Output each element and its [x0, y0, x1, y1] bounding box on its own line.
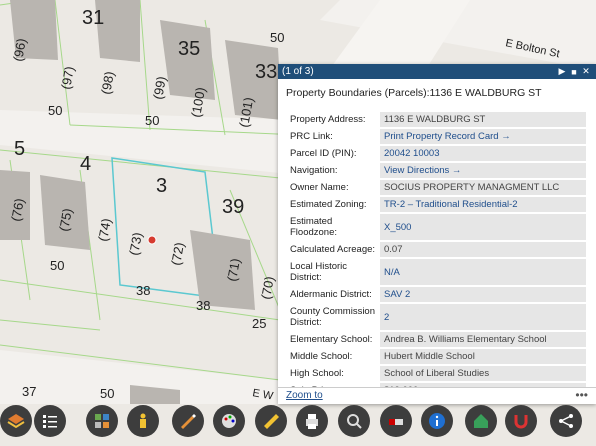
print-icon[interactable]: [296, 405, 328, 437]
popup-title: Property Boundaries (Parcels):1136 E WAL…: [286, 87, 542, 99]
attribute-label: County Commission District:: [290, 306, 375, 328]
attribute-row: Elementary School: Andrea B. Williams Ele…: [286, 332, 586, 347]
attribute-row: Estimated Floodzone: X_500: [286, 214, 586, 240]
attribute-value: School of Liberal Studies: [380, 366, 586, 381]
house-number-73: (73): [126, 231, 145, 256]
info-icon[interactable]: [421, 405, 453, 437]
attribute-label: Elementary School:: [290, 334, 373, 345]
parcel-number-39: 39: [222, 196, 244, 218]
attribute-row: Parcel ID (PIN): 20042 10003: [286, 146, 586, 161]
parcel-number-50b: 50: [145, 113, 159, 128]
popup-counter: (1 of 3): [282, 66, 314, 77]
parcel-number-25: 25: [252, 316, 266, 331]
attribute-value: Hubert Middle School: [380, 349, 586, 364]
house-number-96: (96): [10, 37, 29, 62]
dock-icon[interactable]: ■: [568, 67, 580, 77]
attribute-label: Navigation:: [290, 165, 338, 176]
attribute-row: County Commission District: 2: [286, 304, 586, 330]
attribute-value: Andrea B. Williams Elementary School: [380, 332, 586, 347]
attribute-value: 1136 E WALDBURG ST: [380, 112, 586, 127]
eraser-icon[interactable]: [380, 405, 412, 437]
house-number-99: (99): [150, 75, 169, 100]
house-number-98: (98): [98, 70, 117, 95]
selected-location-marker[interactable]: [147, 235, 157, 245]
parcel-number-50c: 50: [50, 258, 64, 273]
attribute-row: PRC Link: Print Property Record Card →: [286, 129, 586, 144]
parcel-number-38a: 38: [136, 283, 150, 298]
attribute-link[interactable]: 20042 10003: [380, 146, 586, 161]
parcel-number-38b: 38: [196, 298, 210, 313]
attribute-link[interactable]: X_500: [380, 214, 586, 240]
bottom-toolbar: [0, 404, 596, 446]
close-icon[interactable]: ✕: [580, 66, 592, 77]
popup-body: Property Address: 1136 E WALDBURG ST PRC L…: [286, 110, 588, 388]
attribute-label: Calculated Acreage:: [290, 244, 376, 255]
popup-footer: Zoom to •••: [278, 387, 596, 404]
basemap-icon[interactable]: [86, 405, 118, 437]
more-actions-icon[interactable]: •••: [575, 388, 588, 402]
parcel-number-33: 33: [255, 61, 277, 83]
measure-person-icon[interactable]: [127, 405, 159, 437]
parcel-number-37: 37: [22, 384, 36, 399]
legend-icon[interactable]: [34, 405, 66, 437]
attribute-link[interactable]: 2: [380, 304, 586, 330]
parcel-number-3: 3: [156, 175, 167, 197]
attribute-value: SOCIUS PROPERTY MANAGMENT LLC: [380, 180, 586, 195]
attribute-row: Navigation: View Directions →: [286, 163, 586, 178]
attribute-label: Estimated Zoning:: [290, 199, 367, 210]
attribute-label: Parcel ID (PIN):: [290, 148, 357, 159]
ruler-icon[interactable]: [255, 405, 287, 437]
attribute-label: Estimated Floodzone:: [290, 216, 338, 238]
attribute-label: Property Address:: [290, 114, 366, 125]
attribute-row: Middle School: Hubert Middle School: [286, 349, 586, 364]
attribute-link[interactable]: Print Property Record Card →: [380, 129, 586, 144]
parcel-number-50d: 50: [48, 103, 62, 118]
parcel-popup: (1 of 3) ▶ ■ ✕ Property Boundaries (Parc…: [278, 64, 596, 404]
attribute-row: Local Historic District: N/A: [286, 259, 586, 285]
attribute-label: Aldermanic District:: [290, 289, 372, 300]
parcel-number-50a: 50: [270, 30, 284, 45]
next-feature-icon[interactable]: ▶: [556, 66, 568, 77]
magnet-icon[interactable]: [505, 405, 537, 437]
attribute-row: Owner Name: SOCIUS PROPERTY MANAGMENT LLC: [286, 180, 586, 195]
search-icon[interactable]: [338, 405, 370, 437]
attribute-label: PRC Link:: [290, 131, 333, 142]
parcel-number-35: 35: [178, 38, 200, 60]
parcel-number-4: 4: [80, 153, 91, 175]
attribute-link[interactable]: SAV 2: [380, 287, 586, 302]
attribute-link[interactable]: N/A: [380, 259, 586, 285]
attribute-link[interactable]: TR-2 – Traditional Residential-2: [380, 197, 586, 212]
parcel-number-5: 5: [14, 138, 25, 160]
attribute-row: Property Address: 1136 E WALDBURG ST: [286, 112, 586, 127]
attribute-label: High School:: [290, 368, 344, 379]
attribute-row: Aldermanic District: SAV 2: [286, 287, 586, 302]
attribute-row: Estimated Zoning: TR-2 – Traditional Resi…: [286, 197, 586, 212]
share-icon[interactable]: [550, 405, 582, 437]
attribute-value: 0.07: [380, 242, 586, 257]
palette-icon[interactable]: [213, 405, 245, 437]
zoom-to-link[interactable]: Zoom to: [286, 390, 323, 401]
layers-icon[interactable]: [0, 405, 32, 437]
draw-icon[interactable]: [172, 405, 204, 437]
parcel-number-50e: 50: [100, 386, 114, 401]
home-parcel-icon[interactable]: [465, 405, 497, 437]
attribute-label: Middle School:: [290, 351, 353, 362]
attribute-row: High School: School of Liberal Studies: [286, 366, 586, 381]
parcel-number-31: 31: [82, 7, 104, 29]
attribute-link[interactable]: View Directions →: [380, 163, 586, 178]
popup-header: (1 of 3) ▶ ■ ✕: [278, 64, 596, 79]
attribute-row: Calculated Acreage: 0.07: [286, 242, 586, 257]
house-number-97: (97): [58, 65, 77, 90]
attribute-table: Property Address: 1136 E WALDBURG ST PRC L…: [286, 110, 586, 388]
attribute-label: Local Historic District:: [290, 261, 348, 283]
house-number-74: (74): [95, 217, 114, 242]
house-number-72: (72): [168, 241, 187, 266]
attribute-label: Owner Name:: [290, 182, 349, 193]
